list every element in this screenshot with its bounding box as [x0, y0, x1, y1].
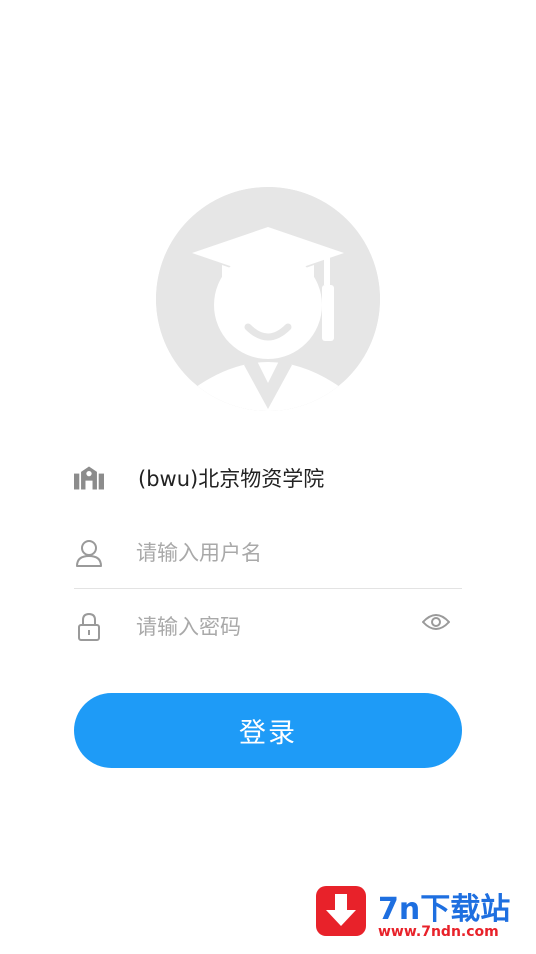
login-button[interactable]: 登录 [74, 693, 462, 768]
graduate-avatar-icon [156, 187, 380, 411]
divider [74, 588, 462, 589]
eye-icon[interactable] [421, 612, 451, 636]
password-row [74, 606, 462, 648]
user-icon [74, 538, 104, 568]
username-input[interactable] [136, 541, 406, 565]
download-arrow-icon [316, 886, 366, 936]
lock-icon [74, 612, 104, 642]
password-input[interactable] [136, 615, 406, 639]
watermark-title: 7n下载站 [378, 892, 511, 927]
school-selector[interactable]: (bwu)北京物资学院 [74, 458, 462, 498]
watermark-url: www.7ndn.com [378, 924, 499, 940]
watermark: 7n下载站 www.7ndn.com [300, 866, 536, 954]
school-building-icon [74, 463, 104, 493]
username-row [74, 532, 462, 574]
school-name: (bwu)北京物资学院 [138, 467, 325, 491]
avatar [156, 187, 380, 411]
